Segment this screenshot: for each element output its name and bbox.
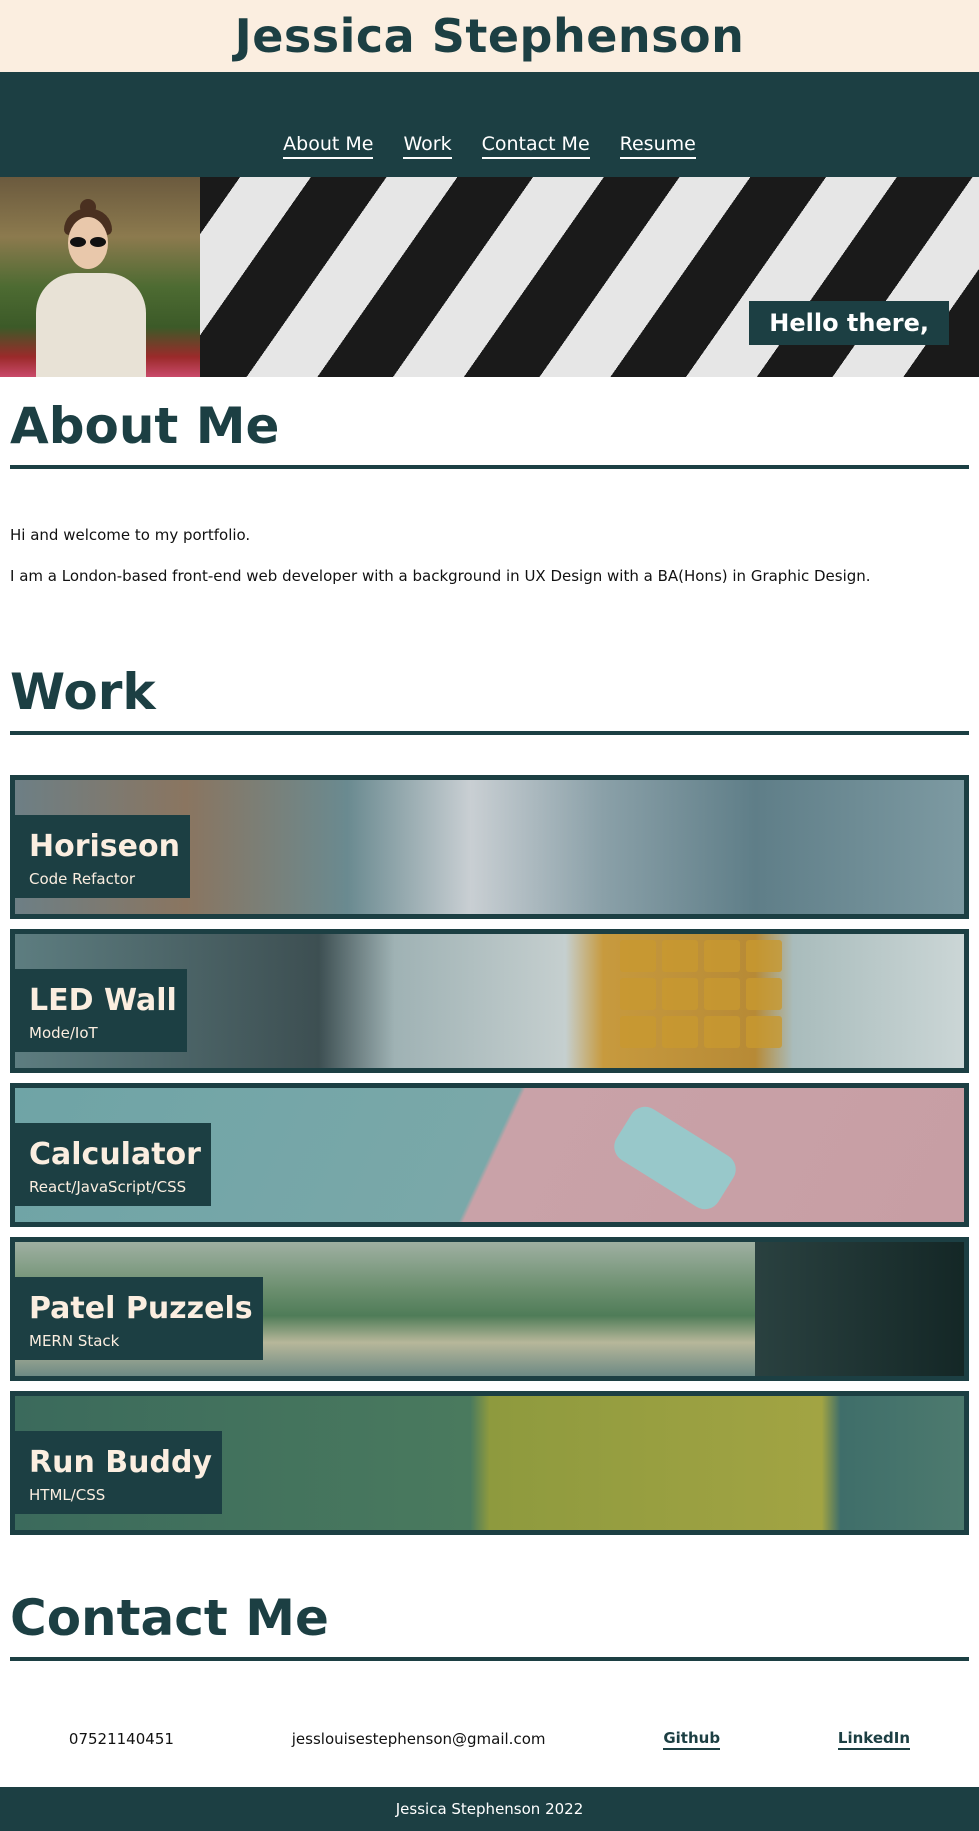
project-tech: HTML/CSS bbox=[29, 1486, 106, 1504]
hero-pattern-image bbox=[200, 177, 979, 377]
project-name: Horiseon bbox=[29, 829, 180, 864]
footer-text: Jessica Stephenson 2022 bbox=[395, 1800, 584, 1818]
about-heading: About Me bbox=[10, 377, 969, 469]
project-tech: Mode/IoT bbox=[29, 1024, 98, 1042]
project-card-horiseon[interactable]: Horiseon Code Refactor bbox=[10, 775, 969, 919]
project-card-patel-puzzels[interactable]: Patel Puzzels MERN Stack bbox=[10, 1237, 969, 1381]
profile-photo bbox=[0, 177, 200, 377]
project-label: Patel Puzzels MERN Stack bbox=[15, 1277, 263, 1360]
project-name: Calculator bbox=[29, 1137, 201, 1172]
site-title: Jessica Stephenson bbox=[234, 9, 745, 63]
project-image-keypad bbox=[620, 940, 782, 1048]
contact-email: jesslouisestephenson@gmail.com bbox=[291, 1730, 546, 1748]
project-card-calculator[interactable]: Calculator React/JavaScript/CSS bbox=[10, 1083, 969, 1227]
project-name: LED Wall bbox=[29, 983, 177, 1018]
linkedin-link[interactable]: LinkedIn bbox=[837, 1729, 911, 1750]
project-label: Calculator React/JavaScript/CSS bbox=[15, 1123, 211, 1206]
project-name: Run Buddy bbox=[29, 1445, 212, 1480]
nav-link-about-me[interactable]: About Me bbox=[283, 133, 374, 159]
project-card-run-buddy[interactable]: Run Buddy HTML/CSS bbox=[10, 1391, 969, 1535]
project-tech: Code Refactor bbox=[29, 870, 136, 888]
hero-banner: Hello there, bbox=[0, 177, 979, 377]
project-tech: React/JavaScript/CSS bbox=[29, 1178, 187, 1196]
work-heading: Work bbox=[10, 643, 969, 735]
site-header: Jessica Stephenson bbox=[0, 0, 979, 72]
project-label: Run Buddy HTML/CSS bbox=[15, 1431, 222, 1514]
project-label: Horiseon Code Refactor bbox=[15, 815, 190, 898]
about-bio: I am a London-based front-end web develo… bbox=[10, 567, 871, 585]
contact-heading: Contact Me bbox=[10, 1569, 969, 1661]
github-link[interactable]: Github bbox=[663, 1729, 721, 1750]
project-tech: MERN Stack bbox=[29, 1332, 120, 1350]
nav-link-resume[interactable]: Resume bbox=[619, 133, 696, 159]
nav-link-work[interactable]: Work bbox=[403, 133, 452, 159]
about-section: About Me Hi and welcome to my portfolio.… bbox=[0, 377, 979, 587]
contact-section: Contact Me 07521140451 jesslouisestephen… bbox=[0, 1569, 979, 1759]
nav-link-contact-me[interactable]: Contact Me bbox=[481, 133, 590, 159]
project-label: LED Wall Mode/IoT bbox=[15, 969, 187, 1052]
main-nav: About Me Work Contact Me Resume bbox=[0, 72, 979, 177]
site-footer: Jessica Stephenson 2022 bbox=[0, 1787, 979, 1831]
hero-greeting: Hello there, bbox=[749, 301, 949, 345]
about-intro: Hi and welcome to my portfolio. bbox=[10, 526, 251, 544]
project-card-led-wall[interactable]: LED Wall Mode/IoT bbox=[10, 929, 969, 1073]
contact-phone: 07521140451 bbox=[68, 1730, 174, 1748]
work-section: Work Horiseon Code Refactor LED Wall Mod… bbox=[0, 643, 979, 1535]
work-list: Horiseon Code Refactor LED Wall Mode/IoT… bbox=[10, 775, 969, 1535]
contact-row: 07521140451 jesslouisestephenson@gmail.c… bbox=[10, 1719, 969, 1759]
project-name: Patel Puzzels bbox=[29, 1291, 253, 1326]
